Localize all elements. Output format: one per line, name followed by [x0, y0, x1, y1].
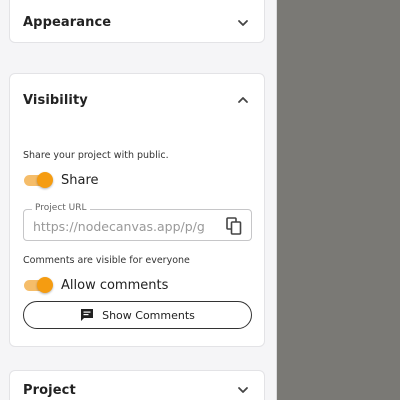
comment-icon [81, 309, 94, 321]
chevron-down-icon [238, 19, 248, 26]
settings-sidebar: Appearance Visibility Share your project… [0, 0, 277, 400]
comments-toggle-label: Allow comments [61, 277, 169, 293]
project-url-input[interactable] [33, 217, 215, 235]
share-toggle-label: Share [61, 172, 99, 188]
appearance-panel: Appearance [9, 0, 265, 43]
comments-toggle-knob [37, 277, 53, 293]
show-comments-label: Show Comments [102, 308, 195, 322]
project-header[interactable]: Project [10, 371, 264, 400]
comments-description: Comments are visible for everyone [23, 255, 190, 266]
visibility-panel: Visibility Share your project with publi… [9, 73, 265, 347]
visibility-header[interactable]: Visibility [10, 74, 264, 126]
chevron-up-icon [238, 97, 248, 103]
share-toggle-row: Share [23, 172, 99, 188]
share-description: Share your project with public. [23, 150, 169, 161]
project-title: Project [23, 382, 76, 398]
copy-icon [226, 217, 242, 235]
share-toggle-knob [37, 172, 53, 188]
share-toggle[interactable] [23, 172, 53, 188]
comments-toggle[interactable] [23, 277, 53, 293]
comments-toggle-row: Allow comments [23, 277, 168, 293]
appearance-header[interactable]: Appearance [10, 0, 264, 44]
show-comments-button[interactable]: Show Comments [23, 301, 252, 329]
canvas-area[interactable] [277, 0, 400, 400]
project-url-field: Project URL [23, 203, 252, 241]
visibility-title: Visibility [23, 92, 88, 108]
project-panel: Project [9, 370, 265, 400]
copy-url-button[interactable] [225, 216, 243, 236]
appearance-title: Appearance [23, 15, 112, 30]
project-url-label: Project URL [32, 203, 90, 213]
chevron-down-icon [238, 387, 248, 393]
